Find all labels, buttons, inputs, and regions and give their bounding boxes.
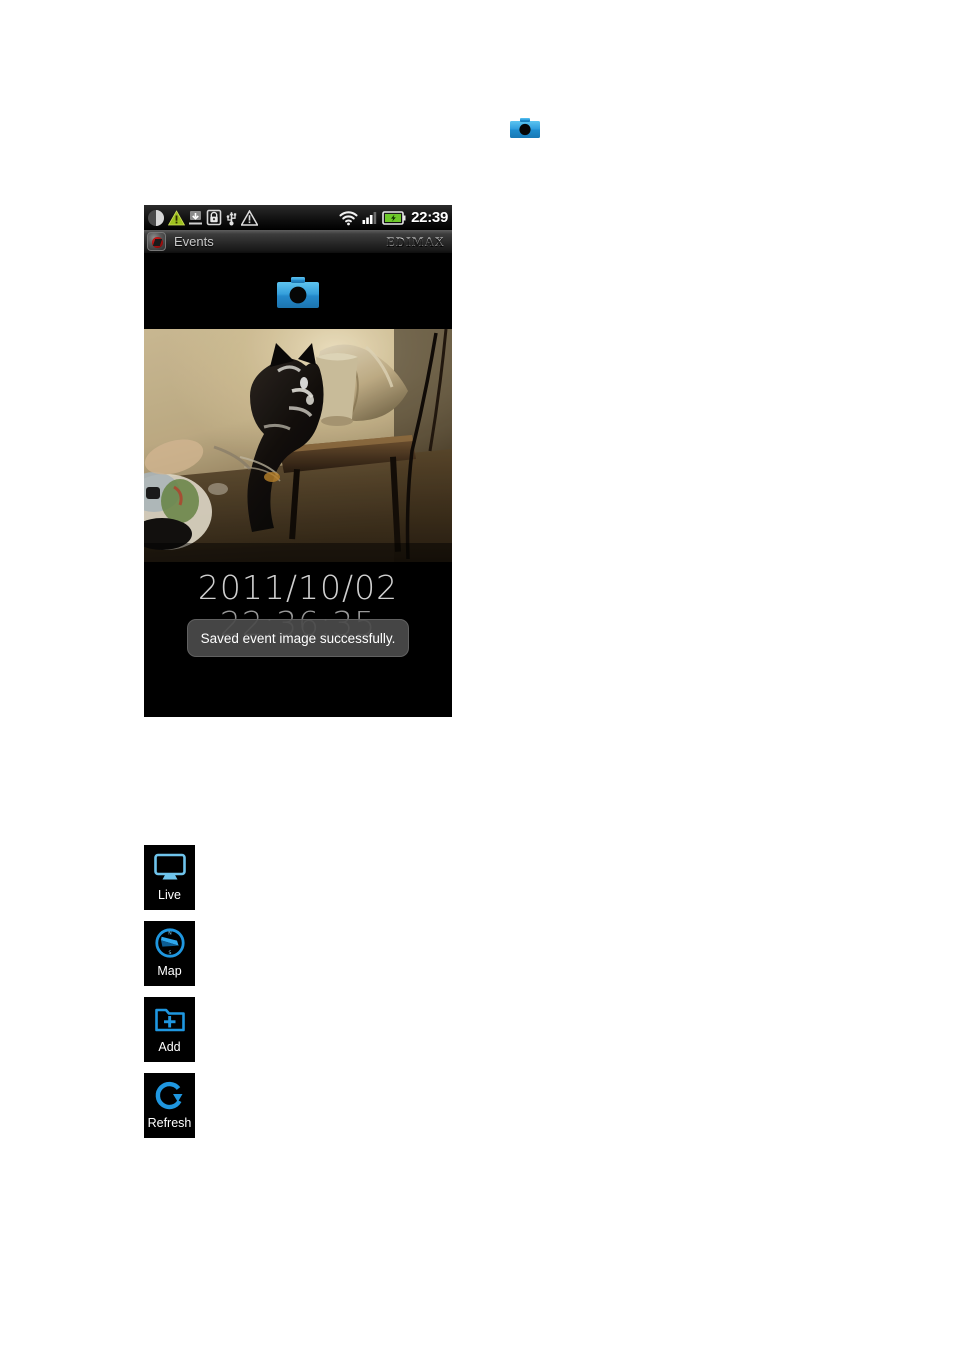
battery-charging-icon [382, 210, 406, 225]
snapshot-button-bar [144, 254, 452, 329]
toast-notification: Saved event image successfully. [187, 619, 409, 657]
event-date: 2011/10/02 [197, 568, 399, 607]
wifi-icon [339, 210, 358, 225]
svg-text:N: N [168, 931, 171, 937]
legend-label-refresh: Refresh [147, 1116, 192, 1130]
legend-tile-map[interactable]: N S Map [144, 921, 195, 986]
edimax-brand-logo: EDIMAX [386, 233, 445, 249]
event-timestamp-block: 2011/10/02 22:36:35 Saved event image su… [144, 562, 452, 707]
toast-message: Saved event image successfully. [200, 630, 396, 646]
download-icon [189, 210, 202, 224]
phone-screenshot: 22:39 Events EDIMAX 2011/10/02 Saved eve… [144, 205, 452, 717]
legend-tile-refresh[interactable]: Refresh [144, 1073, 195, 1138]
sd-card-lock-icon [206, 209, 222, 226]
alert-triangle-icon [241, 209, 258, 226]
warning-triangle-icon [168, 209, 185, 225]
legend-label-live: Live [158, 888, 181, 902]
svg-text:S: S [168, 950, 171, 956]
status-bar-right-icons: 22:39 [339, 209, 448, 226]
monitor-icon [153, 853, 186, 880]
page-title: Events [174, 234, 214, 249]
snapshot-camera-button[interactable] [276, 274, 320, 310]
legend-row-refresh: Refresh [144, 1073, 404, 1138]
legend-tile-live[interactable]: Live [144, 845, 195, 910]
legend-label-map: Map [157, 964, 182, 978]
camera-icon [510, 118, 540, 138]
signal-bars-icon [362, 212, 377, 224]
compass-icon: N S [154, 928, 185, 958]
status-bar-left-icons [147, 209, 339, 227]
legend-row-live: Live [144, 845, 404, 910]
usb-icon [226, 212, 237, 226]
legend-label-add: Add [158, 1040, 181, 1054]
legend-tile-add[interactable]: Add [144, 997, 195, 1062]
snapshot-photo-content [144, 329, 452, 562]
status-bar-clock: 22:39 [411, 209, 448, 226]
android-status-bar: 22:39 [144, 205, 452, 230]
legend-row-map: N S Map [144, 921, 404, 986]
legend-row-add: Add [144, 997, 404, 1062]
folder-add-icon [154, 1008, 185, 1032]
refresh-icon [155, 1081, 182, 1110]
app-title-bar: Events EDIMAX [144, 230, 452, 254]
legend-icon-list: Live N S Map Add Refresh [144, 845, 404, 1149]
event-snapshot-image[interactable] [144, 329, 452, 562]
vibrate-mode-icon [148, 209, 164, 226]
inline-camera-icon [509, 116, 541, 140]
app-logo-icon [147, 232, 166, 251]
